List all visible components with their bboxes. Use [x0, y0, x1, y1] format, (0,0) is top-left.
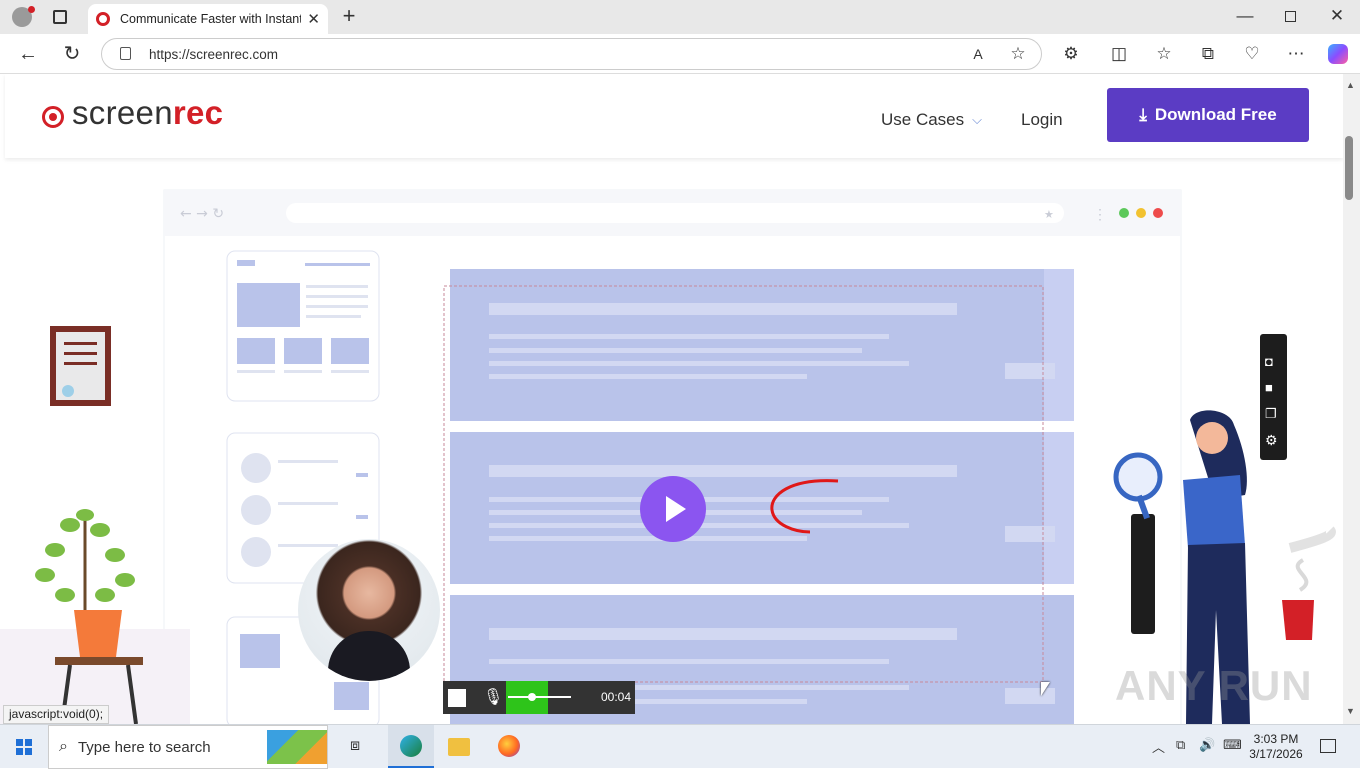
tab-actions-icon[interactable] — [53, 10, 67, 24]
split-screen-icon[interactable]: ◫ — [1107, 44, 1131, 64]
webcam-bubble — [298, 539, 440, 681]
anyrun-watermark: ANY RUN — [1115, 662, 1313, 709]
scrollbar-thumb[interactable] — [1345, 136, 1353, 200]
notification-dot — [28, 6, 35, 13]
edge-logo-icon — [400, 735, 422, 757]
logo-text-screen: screen — [72, 94, 173, 131]
minimize-icon[interactable]: — — [1233, 6, 1257, 26]
taskbar-search-placeholder: Type here to search — [77, 738, 211, 756]
web-page: ← → ↻ ★ ⋮ screenrec Use Cases ⌵ Login ⤓ … — [0, 74, 1343, 724]
tab-active[interactable]: Communicate Faster with Instant ✕ — [88, 4, 328, 34]
svg-text:← → ↻: ← → ↻ — [180, 206, 224, 222]
scroll-up-icon[interactable]: ▲ — [1346, 80, 1355, 90]
screenrec-logo-icon[interactable] — [42, 106, 64, 128]
windows-taskbar: ⌕ Type here to search ⧈ ︿ ⧉ 🔊 ⌨ 3:03 PM … — [0, 724, 1360, 769]
link-status-bar: javascript:void(0); — [3, 705, 110, 724]
volume-slider-handle[interactable] — [528, 693, 536, 701]
taskbar-clock[interactable]: 3:03 PM 3/17/2026 — [1248, 732, 1304, 762]
extensions-icon[interactable]: ⚙ — [1059, 44, 1083, 64]
microphone-icon[interactable]: 🎙 — [483, 687, 503, 707]
svg-text:⋮: ⋮ — [1093, 206, 1107, 222]
reload-icon[interactable]: ↻ — [60, 44, 84, 64]
clock-date: 3/17/2026 — [1249, 747, 1303, 761]
favorites-icon[interactable]: ☆ — [1152, 44, 1176, 64]
task-view-icon[interactable]: ⧈ — [350, 737, 360, 755]
read-aloud-icon[interactable]: A — [966, 44, 990, 64]
firefox-icon[interactable] — [498, 735, 520, 757]
screenrec-favicon-icon — [96, 12, 110, 26]
collections-icon[interactable]: ⧉ — [1196, 44, 1220, 64]
chevron-down-icon: ⌵ — [972, 112, 982, 127]
search-highlight-icon — [267, 730, 327, 764]
play-video-button[interactable] — [640, 476, 706, 542]
play-icon — [666, 496, 686, 522]
logo-text-rec: rec — [172, 94, 224, 131]
capture-toolbar: ◘ ■ ❐ ⚙ — [1260, 334, 1287, 460]
file-explorer-icon[interactable] — [448, 738, 470, 756]
clock-time: 3:03 PM — [1253, 732, 1299, 746]
browser-essentials-icon[interactable]: ♡ — [1240, 44, 1264, 64]
stop-recording-button[interactable] — [448, 689, 466, 707]
person-shirt — [328, 631, 410, 681]
search-icon: ⌕ — [59, 738, 68, 755]
download-icon: ⤓ — [1139, 105, 1147, 124]
browser-tab-bar: Communicate Faster with Instant ✕ + — ✕ — [0, 0, 1360, 34]
notification-center-icon[interactable] — [1320, 739, 1336, 753]
windows-start-icon[interactable] — [16, 739, 32, 755]
nav-use-cases-label: Use Cases — [881, 110, 965, 129]
tab-close-icon[interactable]: ✕ — [307, 10, 320, 28]
nav-use-cases[interactable]: Use Cases ⌵ — [881, 110, 982, 130]
back-icon[interactable]: ← — [16, 44, 40, 64]
nav-login[interactable]: Login — [1021, 110, 1063, 130]
address-bar[interactable]: https://screenrec.com A ☆ — [101, 38, 1042, 70]
site-header: screenrec Use Cases ⌵ Login ⤓ Download F… — [5, 74, 1343, 158]
tray-overflow-icon[interactable]: ︿ — [1152, 737, 1165, 756]
copilot-icon[interactable] — [1328, 44, 1348, 64]
recording-timer: 00:04 — [601, 690, 632, 704]
tab-title: Communicate Faster with Instant — [120, 12, 302, 26]
download-free-label: Download Free — [1154, 105, 1277, 124]
edge-taskbar-icon[interactable] — [388, 725, 434, 768]
screenshot-icon[interactable]: ◘ — [1265, 354, 1273, 369]
url-text: https://screenrec.com — [149, 47, 279, 62]
lock-icon[interactable] — [120, 47, 131, 60]
site-logo[interactable]: screenrec — [72, 94, 223, 132]
more-options-icon[interactable]: ⋯ — [1284, 44, 1308, 64]
mouse-cursor-icon — [1041, 682, 1050, 696]
scroll-down-icon[interactable]: ▼ — [1346, 706, 1355, 716]
restore-icon[interactable] — [1285, 11, 1296, 22]
network-icon[interactable]: ⧉ — [1176, 737, 1185, 753]
settings-gear-icon[interactable]: ⚙ — [1265, 432, 1278, 449]
gallery-icon[interactable]: ❐ — [1265, 406, 1277, 422]
input-method-icon[interactable]: ⌨ — [1223, 737, 1242, 753]
favorite-star-icon[interactable]: ☆ — [1006, 44, 1030, 64]
taskbar-search-box[interactable]: ⌕ Type here to search — [48, 725, 328, 769]
recording-control-bar: 🎙 00:04 — [443, 681, 635, 714]
hero-illustration: ← → ↻ ★ ⋮ — [0, 189, 1336, 724]
volume-icon[interactable]: 🔊 — [1199, 737, 1215, 753]
close-window-icon[interactable]: ✕ — [1325, 6, 1349, 26]
video-record-icon[interactable]: ■ — [1265, 380, 1273, 395]
volume-slider[interactable] — [508, 693, 571, 701]
download-free-button[interactable]: ⤓ Download Free — [1107, 88, 1309, 142]
svg-text:★: ★ — [1044, 209, 1054, 221]
new-tab-icon[interactable]: + — [337, 5, 361, 27]
